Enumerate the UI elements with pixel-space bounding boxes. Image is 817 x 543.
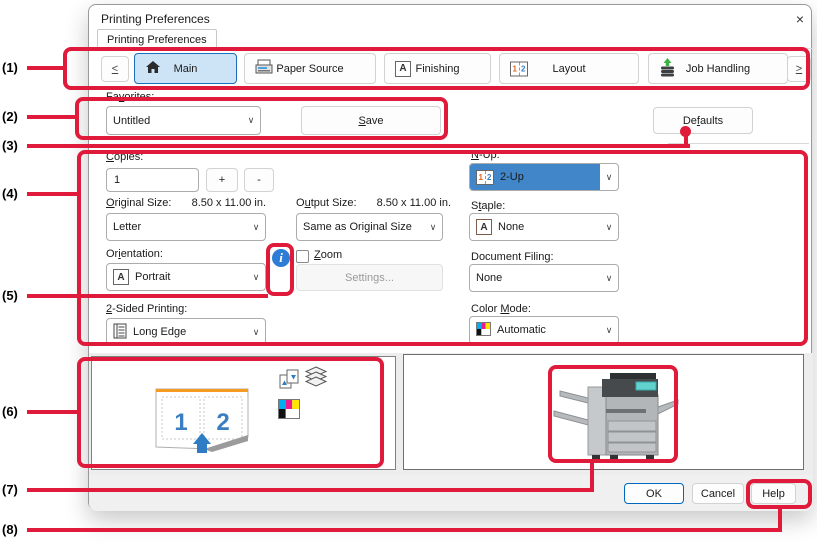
original-size-dimension: 8.50 x 11.00 in. <box>191 197 266 209</box>
document-filing-select[interactable]: None ∨ <box>469 264 619 292</box>
callout-line-2 <box>27 115 75 119</box>
cancel-button[interactable]: Cancel <box>692 483 744 504</box>
color-mode-value: Automatic <box>497 324 546 336</box>
document-filing-label: Document Filing: <box>471 251 554 263</box>
color-mode-label: Color Mode: <box>471 303 531 315</box>
color-mode-icon <box>476 321 491 339</box>
preview-page-1: 1 <box>174 409 187 436</box>
chevron-down-icon: ∨ <box>252 326 260 337</box>
favorites-select[interactable]: Untitled ∨ <box>106 106 261 135</box>
tab-main-label: Main <box>173 62 198 75</box>
preview-strip: 1 2 <box>89 353 813 475</box>
chevron-down-icon: ∨ <box>247 115 255 125</box>
output-size-value: Same as Original Size <box>303 221 412 233</box>
tab-main[interactable]: Main <box>134 53 237 84</box>
defaults-separator <box>668 143 809 144</box>
callout-label-2: (2) <box>2 109 18 124</box>
original-size-value: Letter <box>113 221 142 233</box>
tab-layout[interactable]: 12 Layout <box>499 53 639 84</box>
close-icon[interactable]: × <box>789 10 811 28</box>
tab-paper-source[interactable]: Paper Source <box>244 53 376 84</box>
chevron-down-icon: ∨ <box>252 221 260 232</box>
two-up-preview-graphic: 1 2 <box>155 388 249 453</box>
original-size-label: Original Size: <box>106 197 172 209</box>
defaults-button[interactable]: De f aults <box>653 107 753 134</box>
window-title: Printing Preferences <box>101 12 210 26</box>
orientation-value: Portrait <box>135 271 171 283</box>
callout-label-5: (5) <box>2 288 18 303</box>
two-sided-printing-select[interactable]: Long Edge ∨ <box>106 318 266 346</box>
sheet-tab-printing-preferences[interactable]: Printing Preferences <box>97 29 217 50</box>
printer-preview-pane <box>403 354 804 470</box>
output-size-select[interactable]: Same as Original Size ∨ <box>296 213 443 241</box>
two-sided-printing-value: Long Edge <box>133 326 187 338</box>
n-up-value: 2-Up <box>500 171 524 183</box>
color-mode-select[interactable]: Automatic ∨ <box>469 316 619 344</box>
callout-line-1 <box>27 66 63 70</box>
zoom-settings-button[interactable]: Settings... <box>296 264 443 291</box>
copies-increment-button[interactable]: + <box>206 168 238 192</box>
chevron-down-icon: ∨ <box>429 221 437 232</box>
staple-select[interactable]: A None ∨ <box>469 213 619 241</box>
staple-none-icon: A <box>476 219 492 235</box>
tab-job-handling-label: Job Handling <box>685 62 751 75</box>
tab-finishing[interactable]: A Finishing <box>384 53 491 84</box>
chevron-down-icon: ∨ <box>605 221 613 232</box>
two-sided-printing-label: 2-Sided Printing: <box>106 303 188 315</box>
callout-label-7: (7) <box>2 482 18 497</box>
chevron-down-icon: ∨ <box>605 171 613 182</box>
printing-preferences-dialog: Printing Preferences × Printing Preferen… <box>88 4 813 511</box>
document-filing-value: None <box>476 272 503 284</box>
favorites-value: Untitled <box>113 114 151 127</box>
screenshot-stage: Printing Preferences × Printing Preferen… <box>0 0 817 543</box>
orientation-label: Orientation: <box>106 248 163 260</box>
preview-page-2: 2 <box>216 409 229 436</box>
tab-scroll-right-button[interactable]: > <box>787 56 811 82</box>
orientation-select[interactable]: A Portrait ∨ <box>106 263 266 291</box>
copies-input[interactable]: 1 <box>106 168 199 192</box>
printer-image <box>553 373 679 460</box>
long-edge-icon <box>113 323 127 342</box>
callout-line-4 <box>27 192 77 196</box>
collate-stack-icon <box>304 366 328 387</box>
callout-label-8: (8) <box>2 522 18 537</box>
callout-label-3: (3) <box>2 138 18 153</box>
callout-label-4: (4) <box>2 186 18 201</box>
info-icon[interactable]: i <box>272 249 290 267</box>
staple-value: None <box>498 221 525 233</box>
chevron-down-icon: ∨ <box>605 272 613 283</box>
callout-line-6 <box>27 410 77 414</box>
two-up-icon: 12 <box>476 169 494 185</box>
portrait-icon: A <box>113 269 129 285</box>
staple-label: Staple: <box>471 200 506 212</box>
output-size-label: Output Size: <box>296 197 357 209</box>
color-status-icon <box>278 399 300 419</box>
favorites-label: Favorites: <box>106 91 155 103</box>
tab-finishing-label: Finishing <box>415 62 460 75</box>
tab-scroll-left-button[interactable]: < <box>101 56 129 82</box>
help-button[interactable]: Help <box>751 483 796 504</box>
zoom-checkbox-label: Zoom <box>314 249 343 261</box>
copies-label: Copies: <box>106 151 144 163</box>
callout-label-6: (6) <box>2 404 18 419</box>
two-up-status-icon <box>279 369 299 389</box>
chevron-down-icon: ∨ <box>605 324 613 335</box>
callout-line-8 <box>27 528 782 532</box>
output-size-dimension: 8.50 x 11.00 in. <box>376 197 451 209</box>
tab-layout-label: Layout <box>552 62 586 75</box>
save-button[interactable]: Save <box>301 106 441 135</box>
tab-paper-source-label: Paper Source <box>276 62 344 75</box>
print-settings-preview-pane: 1 2 <box>91 356 396 470</box>
tab-job-handling[interactable]: Job Handling <box>648 53 788 84</box>
copies-decrement-button[interactable]: - <box>244 168 274 192</box>
n-up-select[interactable]: 12 2-Up ∨ <box>469 163 619 191</box>
ok-button[interactable]: OK <box>624 483 684 504</box>
original-size-select[interactable]: Letter ∨ <box>106 213 266 241</box>
n-up-label: N-Up: <box>471 149 500 161</box>
chevron-down-icon: ∨ <box>252 271 260 282</box>
zoom-checkbox[interactable] <box>296 250 309 263</box>
callout-label-1: (1) <box>2 60 18 75</box>
